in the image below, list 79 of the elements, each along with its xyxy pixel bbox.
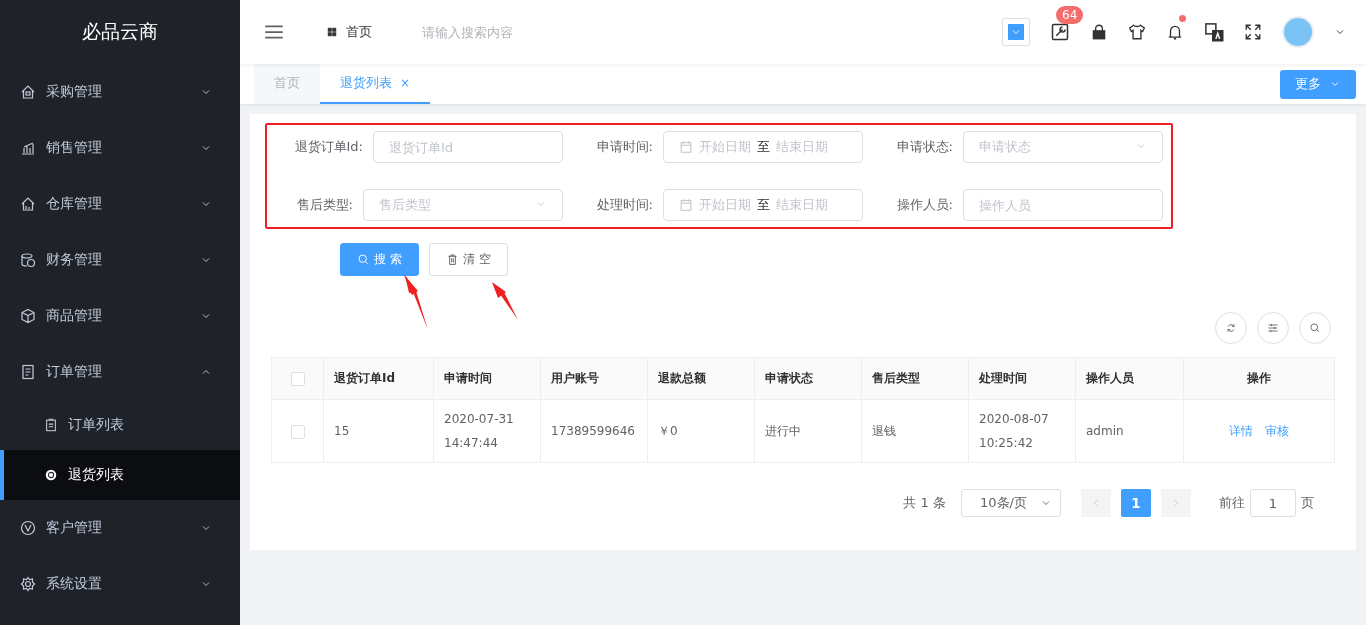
sidebar-item[interactable]: 财务管理 [0, 232, 240, 288]
sidebar-item[interactable]: 客户管理 [0, 500, 240, 556]
table-cell: 2020-08-07 10:25:42 [968, 399, 1076, 463]
lock-icon [1090, 23, 1108, 41]
search-icon [1309, 322, 1321, 334]
column-header: 处理时间 [968, 357, 1076, 400]
field-label: 退货订单Id: [294, 138, 363, 156]
total-count: 共 1 条 [903, 494, 946, 512]
column-header: 退货订单Id [323, 357, 434, 400]
column-header: 操作 [1183, 357, 1335, 400]
sidebar-item[interactable]: 商品管理 [0, 288, 240, 344]
date-range-field[interactable]: 开始日期 至 结束日期 [663, 131, 863, 163]
count-badge: 64 [1056, 6, 1084, 24]
sidebar-subitem[interactable]: 订单列表 [0, 400, 240, 450]
page-size-select[interactable]: 10条/页 [961, 489, 1061, 517]
sidebar-item[interactable]: 仓库管理 [0, 176, 240, 232]
menu-item-icon [20, 364, 36, 380]
goto-label: 前往 [1219, 494, 1245, 512]
refresh-icon [1225, 322, 1237, 334]
field-label: 售后类型: [296, 196, 353, 214]
breadcrumb-link[interactable]: 首页 [346, 23, 372, 41]
column-header: 申请状态 [754, 357, 862, 400]
table-cell: ￥0 [647, 399, 755, 463]
annotation-arrow [492, 282, 518, 320]
search-toggle-button[interactable] [1299, 312, 1331, 344]
menu-item-icon [20, 252, 36, 268]
grid-icon [326, 26, 338, 38]
page-suffix: 页 [1301, 494, 1314, 512]
page-input[interactable]: 1 [1250, 489, 1296, 517]
menu-item-icon [20, 140, 36, 156]
table-cell: 进行中 [754, 399, 862, 463]
calendar-icon [679, 198, 693, 212]
menu-item-icon [20, 520, 36, 536]
sidebar-item[interactable]: 采购管理 [0, 64, 240, 120]
table-cell: admin [1075, 399, 1184, 463]
table-cell: 退钱 [861, 399, 969, 463]
refresh-button[interactable] [1215, 312, 1247, 344]
calendar-icon [679, 140, 693, 154]
text-field[interactable]: 操作人员 [963, 189, 1163, 221]
column-header: 售后类型 [861, 357, 969, 400]
column-header: 操作人员 [1075, 357, 1184, 400]
trash-icon [445, 253, 459, 266]
field-label: 申请状态: [896, 138, 953, 156]
filter-settings-button[interactable] [1257, 312, 1289, 344]
date-range-field[interactable]: 开始日期 至 结束日期 [663, 189, 863, 221]
text-field[interactable]: 退货订单Id [373, 131, 563, 163]
bell-icon [1166, 23, 1184, 41]
annotation-arrow [404, 275, 428, 330]
sliders-icon [1267, 322, 1279, 334]
checkbox[interactable] [290, 424, 305, 439]
avatar[interactable] [1282, 16, 1314, 48]
menu-item-icon [20, 196, 36, 212]
column-header: 退款总额 [647, 357, 755, 400]
menu-item-icon [20, 308, 36, 324]
column-header: 用户账号 [540, 357, 648, 400]
field-label: 申请时间: [596, 138, 653, 156]
sidebar-item[interactable]: 订单管理 [0, 344, 240, 400]
menu-item-icon [20, 84, 36, 100]
clipboard-icon [44, 418, 58, 432]
menu-item-icon [20, 576, 36, 592]
sidebar-item[interactable]: 销售管理 [0, 120, 240, 176]
app-logo-text: 必品云商 [82, 19, 158, 44]
sidebar-subitem[interactable]: 退货列表 [0, 450, 240, 500]
table-cell: 17389599646 [540, 399, 648, 463]
table-cell: 15 [323, 399, 434, 463]
dropdown-square-icon[interactable] [1002, 18, 1030, 46]
clear-button[interactable]: 清 空 [428, 243, 508, 276]
translate-icon [1204, 22, 1224, 42]
column-header: 申请时间 [433, 357, 541, 400]
sidebar-item[interactable]: 系统设置 [0, 556, 240, 612]
table-cell: 2020-07-31 14:47:44 [433, 399, 541, 463]
wrench-icon [1050, 22, 1070, 42]
field-label: 操作人员: [896, 196, 953, 214]
fullscreen-icon [1244, 23, 1262, 41]
shirt-icon [1128, 23, 1146, 41]
record-icon [44, 468, 58, 482]
search-icon [357, 253, 370, 266]
checkbox[interactable] [290, 371, 305, 386]
field-label: 处理时间: [596, 196, 653, 214]
